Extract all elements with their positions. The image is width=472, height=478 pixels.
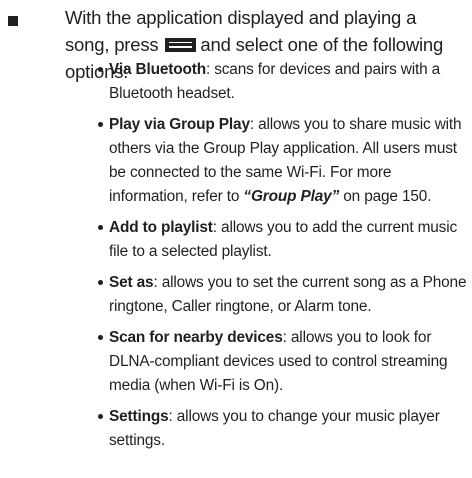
option-term: Set as xyxy=(109,273,154,291)
option-settings: Settings: allows you to change your musi… xyxy=(98,405,470,453)
bullet-dot-icon xyxy=(98,225,103,230)
bullet-dot-icon xyxy=(98,121,103,127)
option-term: Settings xyxy=(109,407,169,425)
bullet-dot-icon xyxy=(98,334,103,340)
bullet-dot-icon xyxy=(98,413,103,419)
option-term: Via Bluetooth xyxy=(109,61,206,78)
option-description: : allows you to set the current song as … xyxy=(109,273,467,315)
option-set-as: Set as: allows you to set the current so… xyxy=(98,271,470,319)
menu-key-icon xyxy=(165,38,197,52)
cross-reference-link[interactable]: “Group Play” xyxy=(243,188,339,205)
bullet-dot-icon xyxy=(98,279,103,285)
bullet-dot-icon xyxy=(98,67,103,72)
option-term: Play via Group Play xyxy=(109,115,250,133)
option-via-bluetooth: Via Bluetooth: scans for devices and pai… xyxy=(98,58,470,106)
option-term: Add to playlist xyxy=(109,219,213,236)
square-bullet-icon xyxy=(8,16,18,26)
option-add-to-playlist: Add to playlist: allows you to add the c… xyxy=(98,216,470,264)
option-play-via-group-play: Play via Group Play: allows you to share… xyxy=(98,113,470,210)
options-list: Via Bluetooth: scans for devices and pai… xyxy=(98,58,470,459)
option-scan-for-nearby-devices: Scan for nearby devices: allows you to l… xyxy=(98,326,470,399)
option-term: Scan for nearby devices xyxy=(109,328,283,346)
document-page: With the application displayed and playi… xyxy=(0,0,472,478)
option-description-tail: on page 150. xyxy=(339,188,432,206)
